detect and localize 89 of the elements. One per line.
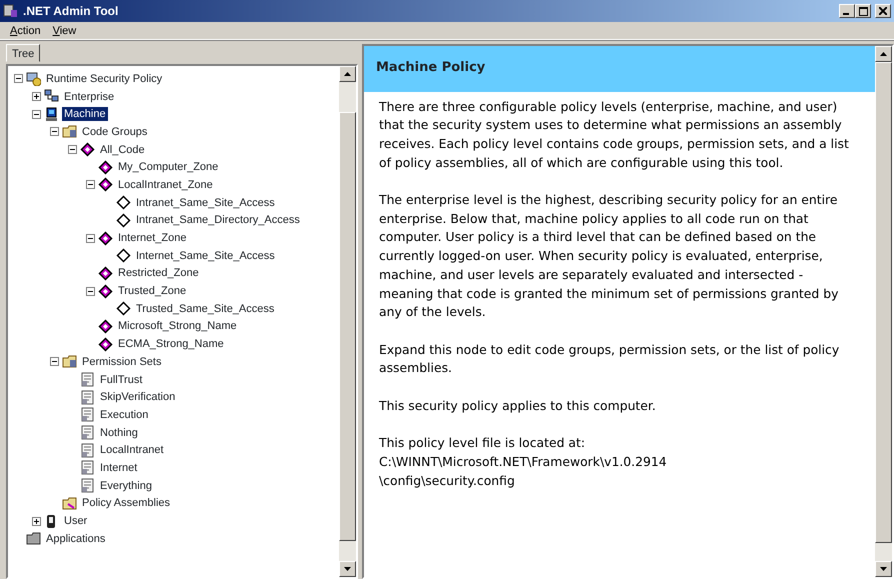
computer-icon xyxy=(44,106,59,122)
tree-item[interactable]: Runtime Security Policy xyxy=(44,72,164,86)
panel-heading: Machine Policy xyxy=(364,46,875,92)
paragraph: The enterprise level is the highest, describing security policy for an entire enterprise. Below that, machine policy applies to all code run on that computer. User policy is a third level that can be defined based on the currently logged-on user. When security policy is evaluated, enterprise, machine, and user levels are separately evaluated and intersected - meaning that code is granted the minimum set of permissions granted by any of the levels. xyxy=(379,191,840,322)
document-icon xyxy=(80,372,95,388)
folder-icon xyxy=(62,496,77,511)
expand-toggle[interactable] xyxy=(32,516,41,526)
collapse-toggle[interactable] xyxy=(86,286,95,296)
diamond-icon xyxy=(98,336,113,352)
computer-icon xyxy=(26,71,41,86)
tree-item[interactable]: Everything xyxy=(98,478,154,493)
close-button[interactable] xyxy=(875,4,891,18)
diamond-icon xyxy=(80,142,95,158)
app-icon xyxy=(3,4,19,18)
scroll-up-button[interactable] xyxy=(339,66,356,82)
diamond-icon xyxy=(98,177,113,192)
tree-item[interactable]: Intranet_Same_Site_Access xyxy=(134,196,277,210)
diamond-icon xyxy=(116,301,131,316)
tree-item[interactable]: SkipVerification xyxy=(98,390,178,404)
document-icon xyxy=(80,390,95,405)
paragraph: This policy level file is located at: C:\WINNT\Microsoft.NET\Framework\v1.0.2914 \config\security.config xyxy=(379,434,668,490)
diamond-icon xyxy=(98,230,113,246)
diamond-icon xyxy=(116,195,131,210)
menu-item[interactable]: Action xyxy=(4,22,47,39)
tree-item[interactable]: Permission Sets xyxy=(80,354,164,369)
tree-item[interactable]: Enterprise xyxy=(62,90,116,104)
diamond-icon xyxy=(116,248,131,264)
tree-item[interactable]: Execution xyxy=(98,408,150,422)
tree-item[interactable]: Applications xyxy=(44,532,108,546)
scroll-thumb[interactable] xyxy=(339,112,356,541)
collapse-toggle[interactable] xyxy=(86,234,95,243)
folder-icon xyxy=(26,531,41,546)
tree-item[interactable]: My_Computer_Zone xyxy=(116,160,220,174)
diamond-icon xyxy=(98,318,113,334)
tree-item[interactable]: Internet_Zone xyxy=(116,231,188,246)
network-icon xyxy=(44,89,59,104)
document-icon xyxy=(80,425,95,440)
tree-item[interactable]: FullTrust xyxy=(98,372,144,387)
minimize-button[interactable] xyxy=(839,4,855,18)
tree-item[interactable]: Machine xyxy=(62,107,108,122)
tree-item[interactable]: Nothing xyxy=(98,426,140,440)
tree-item[interactable]: LocalIntranet_Zone xyxy=(116,178,215,192)
collapse-toggle[interactable] xyxy=(50,127,59,136)
tree-item[interactable]: Intranet_Same_Directory_Access xyxy=(134,213,302,228)
collapse-toggle[interactable] xyxy=(50,357,59,366)
scrollbar[interactable] xyxy=(339,66,356,577)
tree-item[interactable]: Trusted_Zone xyxy=(116,284,188,298)
paragraph: This security policy applies to this computer. xyxy=(379,396,657,415)
scroll-down-button[interactable] xyxy=(875,561,892,577)
tree-item[interactable]: LocalIntranet xyxy=(98,443,166,458)
up-arrow-icon xyxy=(880,52,887,56)
collapse-toggle[interactable] xyxy=(68,145,77,154)
paragraph: There are three configurable policy levels (enterprise, machine, and user) that the security system uses to determine what permissions an assembly receives. Each policy level contains code groups, permission sets, and a list of policy assemblies, all of which are configurable using this tool. xyxy=(379,98,850,172)
tree-item[interactable]: Restricted_Zone xyxy=(116,266,201,280)
paragraph: Expand this node to edit code groups, permission sets, or the list of policy assemblies. xyxy=(379,340,840,378)
tree-item[interactable]: Microsoft_Strong_Name xyxy=(116,319,239,334)
expand-toggle[interactable] xyxy=(32,92,41,102)
up-arrow-icon xyxy=(344,72,351,76)
window-title: .NET Admin Tool xyxy=(23,3,118,20)
down-arrow-icon xyxy=(344,567,351,571)
document-icon xyxy=(80,442,95,458)
close-icon xyxy=(879,7,887,15)
tree-item[interactable]: Internet_Same_Site_Access xyxy=(134,248,277,263)
maximize-icon xyxy=(858,6,868,16)
menu-item[interactable]: View xyxy=(46,22,82,39)
tree-item[interactable]: Internet xyxy=(98,460,140,475)
maximize-button[interactable] xyxy=(855,4,871,18)
document-icon xyxy=(80,460,95,476)
folder-icon xyxy=(62,354,77,370)
collapse-toggle[interactable] xyxy=(14,74,23,84)
tree-item[interactable]: ECMA_Strong_Name xyxy=(116,337,226,352)
tree-item[interactable]: All_Code xyxy=(98,142,147,157)
collapse-toggle[interactable] xyxy=(86,180,95,190)
document-icon xyxy=(80,407,95,422)
tree-item[interactable]: User xyxy=(62,514,90,528)
tree-item[interactable]: Policy Assemblies xyxy=(80,496,172,510)
tree-item[interactable]: Trusted_Same_Site_Access xyxy=(134,302,276,316)
collapse-toggle[interactable] xyxy=(32,110,41,119)
scroll-up-button[interactable] xyxy=(875,46,892,62)
document-icon xyxy=(80,478,95,494)
tab[interactable]: Tree xyxy=(6,44,40,62)
scroll-down-button[interactable] xyxy=(339,561,356,577)
diamond-icon xyxy=(116,212,131,228)
diamond-icon xyxy=(98,160,113,175)
folder-icon xyxy=(62,124,77,140)
tree-item[interactable]: Code Groups xyxy=(80,124,150,139)
diamond-icon xyxy=(98,266,113,281)
diamond-icon xyxy=(98,284,113,299)
down-arrow-icon xyxy=(880,567,887,571)
